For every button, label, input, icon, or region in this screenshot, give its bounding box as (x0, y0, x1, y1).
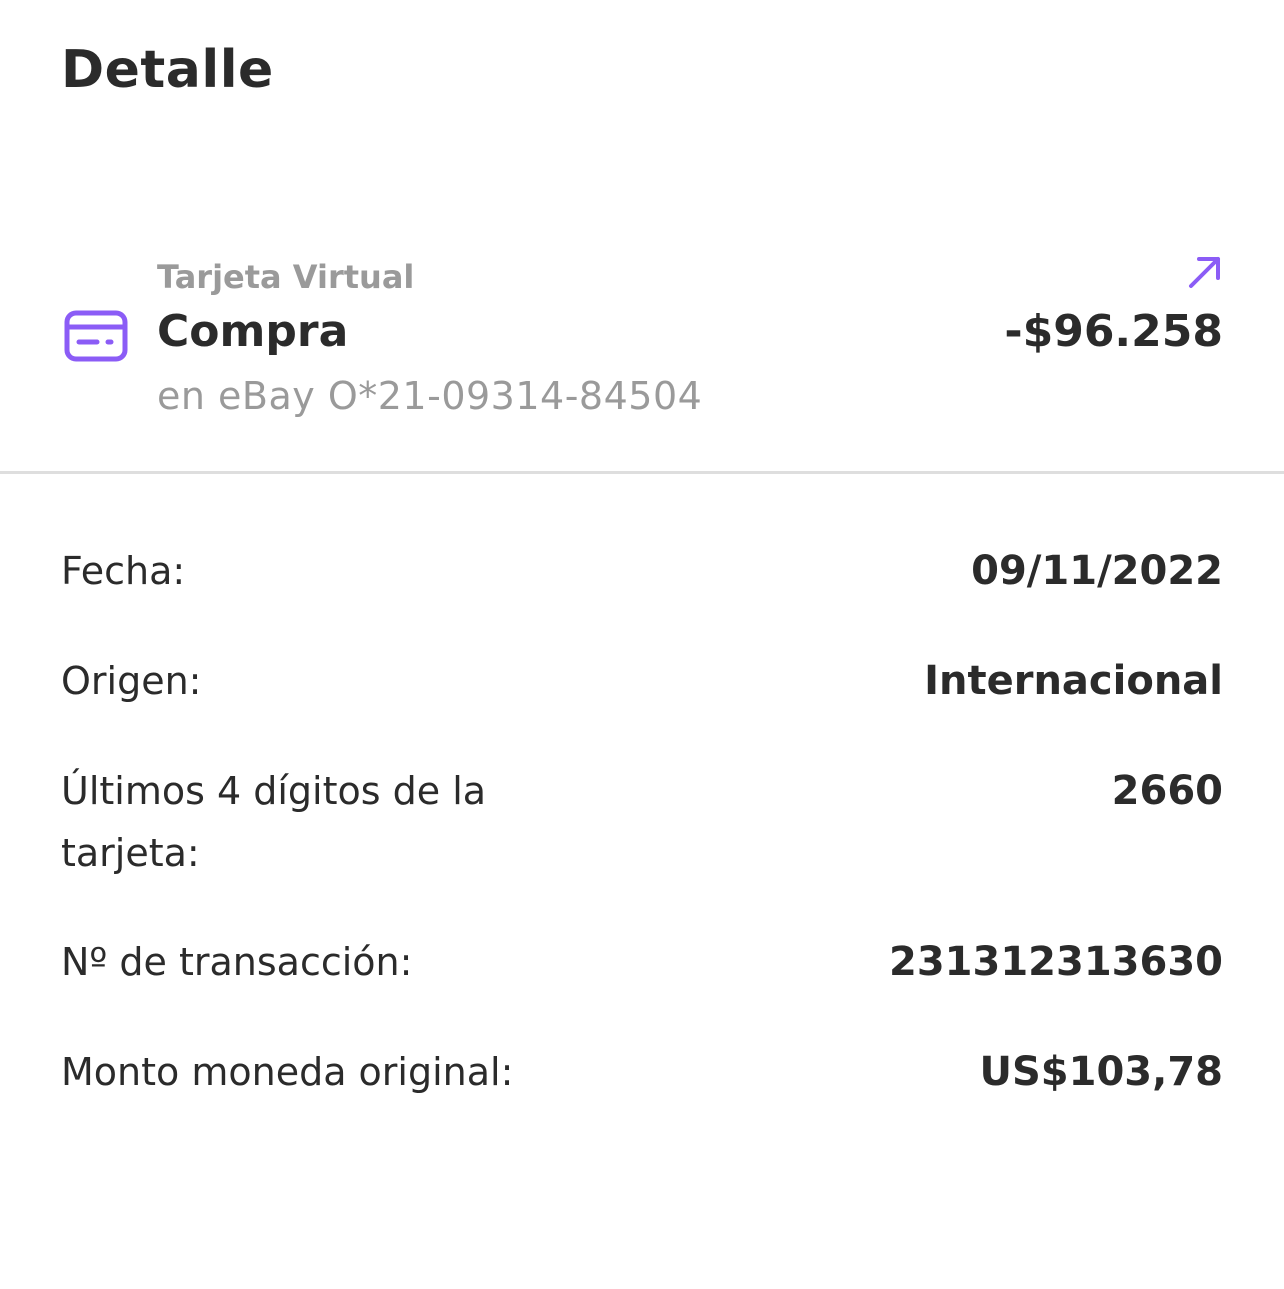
date-label: Fecha: (61, 549, 186, 593)
transaction-summary: Tarjeta Virtual Compra en eBay O*21-0931… (0, 240, 1284, 472)
date-value: 09/11/2022 (971, 548, 1223, 594)
divider (0, 471, 1284, 474)
transaction-type: Compra (157, 306, 349, 357)
transaction-category: Tarjeta Virtual (157, 258, 415, 296)
transaction-merchant: en eBay O*21-09314-84504 (157, 374, 703, 418)
origin-label: Origen: (61, 659, 202, 703)
original-amount-value: US$103,78 (979, 1049, 1223, 1095)
detail-row-date: Fecha: 09/11/2022 (61, 540, 1223, 650)
detail-row-origin: Origen: Internacional (61, 650, 1223, 760)
arrow-up-right-icon (1189, 257, 1220, 288)
detail-row-transaction-number: Nº de transacción: 231312313630 (61, 931, 1223, 1041)
detail-row-card-digits: Últimos 4 dígitos de la tarjeta: 2660 (61, 760, 1223, 931)
credit-card-icon (64, 310, 128, 362)
page-title: Detalle (61, 40, 274, 100)
original-amount-label: Monto moneda original: (61, 1050, 514, 1094)
origin-value: Internacional (924, 658, 1223, 704)
transaction-number-value: 231312313630 (889, 939, 1223, 985)
transaction-number-label: Nº de transacción: (61, 940, 413, 984)
card-digits-label: Últimos 4 dígitos de la tarjeta: (61, 769, 487, 875)
transaction-details-list: Fecha: 09/11/2022 Origen: Internacional … (61, 540, 1223, 1151)
transaction-detail-screen: Detalle Tarjeta Virtual Compra en eBay O… (0, 0, 1284, 1289)
card-digits-value: 2660 (1111, 768, 1223, 814)
transaction-amount: -$96.258 (1004, 306, 1223, 357)
detail-row-original-amount: Monto moneda original: US$103,78 (61, 1041, 1223, 1151)
